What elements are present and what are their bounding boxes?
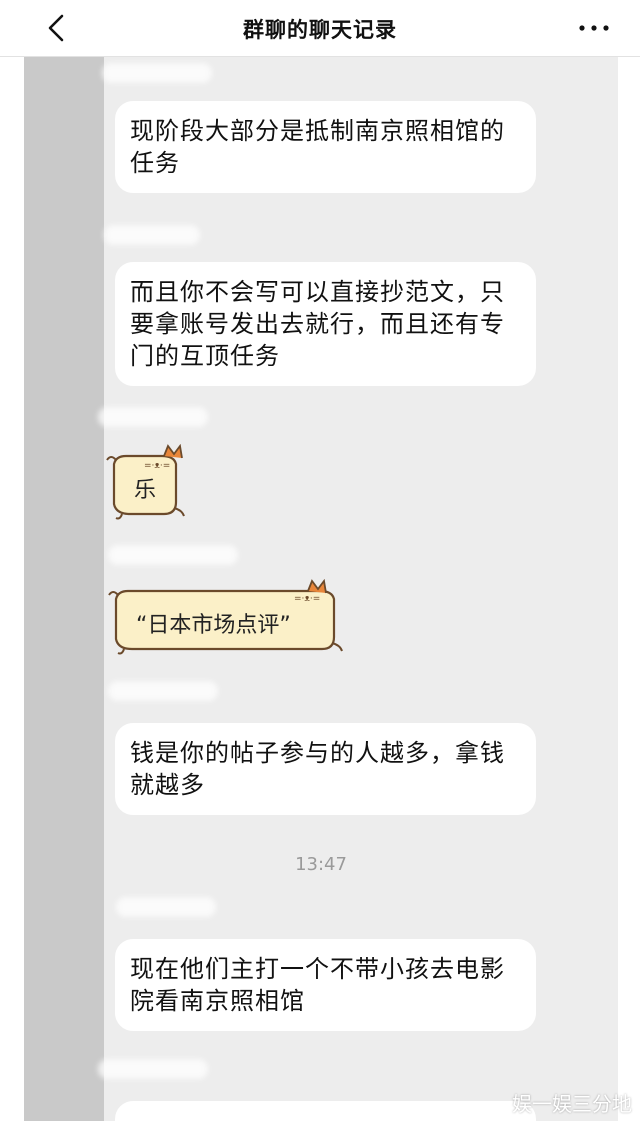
message-bubble[interactable]: 现阶段大部分是抵制南京照相馆的 任务 xyxy=(115,101,536,193)
message-text: 现在他们主打一个不带小孩去电影 院看南京照相馆 xyxy=(130,955,505,1015)
message-text: 钱是你的帖子参与的人越多，拿钱 就越多 xyxy=(130,739,505,799)
sender-name-redacted xyxy=(108,545,238,565)
message-bubble[interactable]: 钱是你的帖子参与的人越多，拿钱 就越多 xyxy=(115,723,536,815)
more-button[interactable] xyxy=(576,14,612,42)
watermark: 娱一娱三分地 xyxy=(512,1092,632,1116)
right-margin xyxy=(618,57,640,1121)
page-title: 群聊的聊天记录 xyxy=(243,18,397,42)
svg-text:=·ᴥ·=: =·ᴥ·= xyxy=(144,461,170,471)
sticker-text: “日本市场点评” xyxy=(136,613,291,638)
timestamp: 13:47 xyxy=(295,854,347,875)
avatar-column xyxy=(24,57,104,1121)
sticker-text: 乐 xyxy=(134,478,157,503)
sender-name-redacted xyxy=(104,225,200,245)
sender-name-redacted xyxy=(116,897,216,917)
message-text: 而且你不会写可以直接抄范文，只 要拿账号发出去就行，而且还有专 门的互顶任务 xyxy=(130,278,505,370)
message-bubble[interactable] xyxy=(115,1101,536,1121)
sender-name-redacted xyxy=(108,681,218,701)
more-dots-icon xyxy=(579,25,609,31)
svg-text:=·ᴥ·=: =·ᴥ·= xyxy=(294,594,320,604)
sender-name-redacted xyxy=(98,407,208,427)
cat-sticker[interactable]: =·ᴥ·= 乐 xyxy=(104,443,188,524)
message-text: 现阶段大部分是抵制南京照相馆的 任务 xyxy=(130,117,505,177)
cat-sticker[interactable]: =·ᴥ·= “日本市场点评” xyxy=(106,578,346,659)
message-bubble[interactable]: 而且你不会写可以直接抄范文，只 要拿账号发出去就行，而且还有专 门的互顶任务 xyxy=(115,262,536,386)
left-margin xyxy=(0,57,24,1121)
navigation-bar: 群聊的聊天记录 xyxy=(0,0,640,57)
sender-name-redacted xyxy=(98,1059,208,1079)
chat-history[interactable]: 现阶段大部分是抵制南京照相馆的 任务 而且你不会写可以直接抄范文，只 要拿账号发… xyxy=(24,57,618,1121)
message-bubble[interactable]: 现在他们主打一个不带小孩去电影 院看南京照相馆 xyxy=(115,939,536,1031)
sender-name-redacted xyxy=(102,63,212,83)
